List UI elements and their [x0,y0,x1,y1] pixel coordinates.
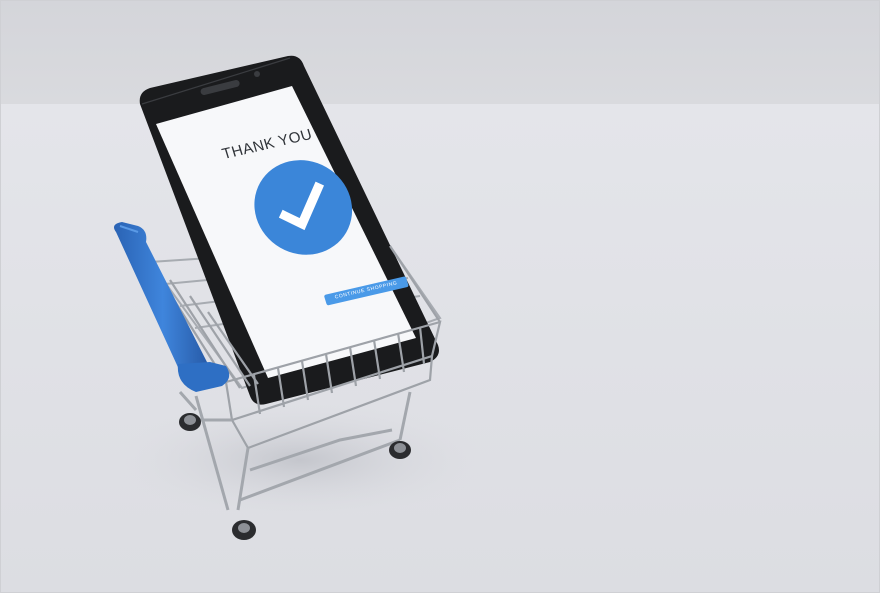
floor [0,104,880,593]
wall [0,0,880,104]
photo-scene: THANK YOU CONTINUE SHOPPING [0,0,880,593]
background-and-objects [0,0,880,593]
phone-camera [254,71,260,77]
continue-shopping-button[interactable]: CONTINUE SHOPPING [323,276,409,306]
checkmark-icon [278,181,325,231]
checkmark-circle-icon [242,150,365,265]
cart-shadow [110,400,490,520]
